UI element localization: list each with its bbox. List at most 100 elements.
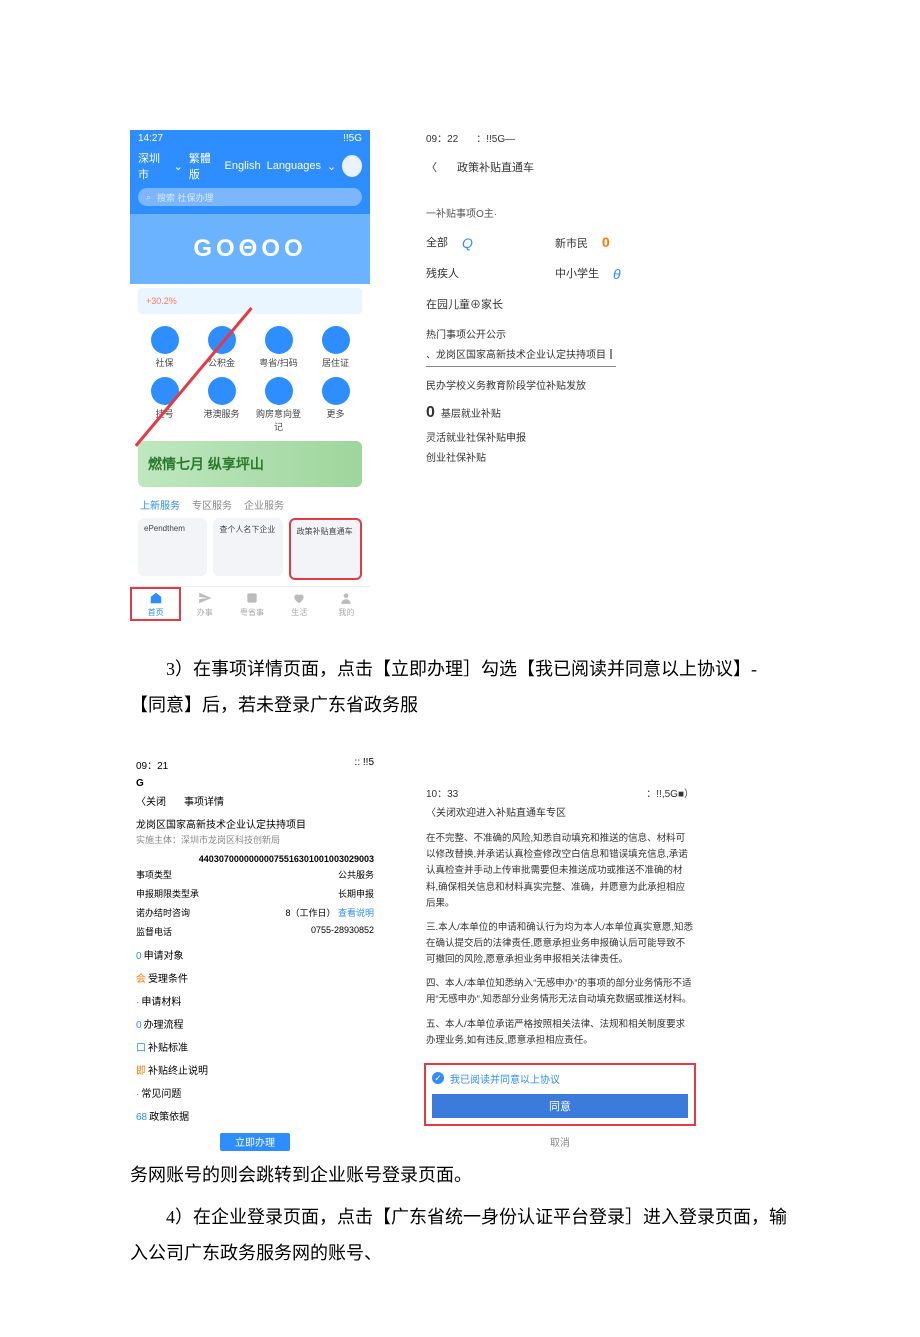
lang-tab[interactable]: English xyxy=(225,160,261,172)
agree-button[interactable]: 同意 xyxy=(432,1094,688,1118)
section-label: 补贴标准 xyxy=(148,1043,188,1054)
section-item[interactable]: 68政策依据 xyxy=(130,1102,380,1125)
service-card[interactable]: 查个人名下企业 xyxy=(213,518,282,576)
service-card-highlight[interactable]: 政策补贴直通车 xyxy=(289,518,362,580)
section-item[interactable]: 口补贴标准 xyxy=(130,1033,380,1056)
section-icon: · xyxy=(136,997,139,1008)
grid-label: 挂号 xyxy=(138,407,191,420)
grid-item[interactable]: 居住证 xyxy=(309,326,362,369)
grid-item[interactable]: 购房意向登记 xyxy=(252,377,305,433)
page-title: 政策补贴直通车 xyxy=(457,159,534,175)
search-input[interactable]: ⌕ 搜索 社保办理 xyxy=(138,188,362,206)
list-item[interactable]: 0基层就业补贴 xyxy=(426,397,684,429)
section-item[interactable]: ·申请材料 xyxy=(130,987,380,1010)
hot-list: 热门事项公开公示 、龙岗区国家高新技术企业认定扶持项目┃ 民办学校义务教育阶段学… xyxy=(420,322,690,473)
lang-tab[interactable]: 繁體版 xyxy=(189,150,219,182)
kv-value: 公共服务 xyxy=(338,868,374,881)
section-item[interactable]: 0办理流程 xyxy=(130,1010,380,1033)
service-icon xyxy=(265,326,293,354)
section-icon: 即 xyxy=(136,1066,146,1077)
category-item[interactable]: 全部Q xyxy=(426,234,555,251)
page-title: 事项详情 xyxy=(184,793,224,808)
apply-now-button[interactable]: 立即办理 xyxy=(220,1133,290,1151)
agree-checkbox[interactable]: ✓ 我已阅读并同意以上协议 xyxy=(432,1071,688,1086)
grid-item[interactable]: 港澳服务 xyxy=(195,377,248,433)
nav-item[interactable]: 办事 xyxy=(181,587,228,621)
list-item[interactable]: 民办学校义务教育阶段学位补贴发放 xyxy=(426,377,684,397)
nav-item-home[interactable]: 首页 xyxy=(130,587,181,621)
nav-item[interactable]: 生活 xyxy=(276,587,323,621)
category-item[interactable]: 新市民0 xyxy=(555,234,684,251)
status-bar: 09：22 ：!!5G— xyxy=(420,130,690,153)
category-item[interactable]: 残疾人 xyxy=(426,265,555,282)
body-paragraph-3b: 务网账号的则会跳转到企业账号登录页面。 xyxy=(130,1157,790,1193)
send-icon xyxy=(198,591,212,605)
close-button[interactable]: 〈关闭 xyxy=(136,793,166,808)
grid-item[interactable]: 更多 xyxy=(309,377,362,433)
list-item[interactable]: 灵活就业社保补贴申报 xyxy=(426,429,684,449)
cancel-button[interactable]: 取消 xyxy=(420,1126,700,1151)
hero-banner[interactable]: GOΘOO xyxy=(130,214,370,284)
section-label: 政策依据 xyxy=(149,1112,189,1123)
category-icon: 0 xyxy=(602,234,610,250)
section-label: 办理流程 xyxy=(144,1020,184,1031)
status-network: ：!!5G— xyxy=(476,130,515,145)
nav-item[interactable]: 粤省事 xyxy=(228,587,275,621)
section-item[interactable]: 即补贴终止说明 xyxy=(130,1056,380,1079)
section-item[interactable]: 会受理条件 xyxy=(130,964,380,987)
heart-icon xyxy=(292,591,306,605)
avatar[interactable] xyxy=(342,155,362,177)
nav-label: 粤省事 xyxy=(240,607,264,618)
item-title: 龙岗区国家高新技术企业认定扶持项目 xyxy=(130,816,380,833)
service-grid: 社保 公积金 粤省/扫码 居住证 挂号 港澳服务 购房意向登记 更多 xyxy=(130,318,370,437)
agreement-paragraph: 三.本人/本单位的申请和确认行为均为本人/本单位真实意愿,知悉在确认提交后的法律… xyxy=(420,916,700,972)
service-icon xyxy=(265,377,293,405)
kv-row: 申报期限类型承长期申报 xyxy=(130,884,380,903)
grid-item[interactable]: 社保 xyxy=(138,326,191,369)
promo-strip[interactable]: +30.2% xyxy=(138,288,362,314)
section-label: 申请对象 xyxy=(144,951,184,962)
lang-tab[interactable]: Languages xyxy=(267,160,321,172)
tab[interactable]: 企业服务 xyxy=(244,497,284,512)
kv-value: 8（工作日） xyxy=(285,908,335,918)
city-selector[interactable]: 深圳市 xyxy=(138,150,168,182)
status-bar: 10：33 ：!!,5G■） xyxy=(420,783,700,802)
nav-item[interactable]: 我的 xyxy=(323,587,370,621)
grid-label: 粤省/扫码 xyxy=(252,356,305,369)
category-item[interactable]: 在园儿童⊕家长 xyxy=(426,296,555,312)
agreement-paragraph: 四、本人/本单位知悉纳入“无感申办”的事项的部分业务情形不适用“无感申办”,知悉… xyxy=(420,972,700,1012)
back-icon[interactable]: 〈 xyxy=(426,159,437,175)
grid-item[interactable]: 公积金 xyxy=(195,326,248,369)
status-network: :: !!5 xyxy=(355,757,374,772)
kv-link[interactable]: 查看说明 xyxy=(338,908,374,918)
section-icon: 会 xyxy=(136,974,146,985)
grid-item[interactable]: 粤省/扫码 xyxy=(252,326,305,369)
chevron-down-icon: ⌄ xyxy=(174,160,183,173)
section-item[interactable]: 0申请对象 xyxy=(130,941,380,964)
agreement-paragraph: 在不完整、不准确的风险,知悉自动填充和推送的信息、材料可以修改替换,并承诺认真检… xyxy=(420,827,700,916)
tab[interactable]: 上新服务 xyxy=(140,497,180,512)
section-icon: 0 xyxy=(136,1020,142,1031)
nav-label: 首页 xyxy=(148,607,164,618)
status-extra: G xyxy=(130,776,380,791)
item-host: 实施主体：深圳市龙岗区科技创新局 xyxy=(130,833,380,854)
screenshot-item-detail: 09：21 :: !!5 G 〈关闭 事项详情 龙岗区国家高新技术企业认定扶持项… xyxy=(130,753,380,1151)
grid-item[interactable]: 挂号 xyxy=(138,377,191,433)
promo-banner[interactable]: 燃情七月 纵享坪山 xyxy=(138,441,362,487)
section-item[interactable]: ·常见问题 xyxy=(130,1079,380,1102)
page-header: 〈 政策补贴直通车 xyxy=(420,153,690,181)
service-icon xyxy=(208,377,236,405)
tab[interactable]: 专区服务 xyxy=(192,497,232,512)
category-label: 残疾人 xyxy=(426,268,459,280)
agreement-highlight: ✓ 我已阅读并同意以上协议 同意 xyxy=(424,1063,696,1126)
service-icon xyxy=(208,326,236,354)
screenshot-subsidy-channel: 09：22 ：!!5G— 〈 政策补贴直通车 一补贴事项O主· 全部Q 新市民0… xyxy=(420,130,690,621)
nav-label: 办事 xyxy=(197,607,213,618)
category-item[interactable]: 中小学生θ xyxy=(555,265,684,282)
agree-label: 我已阅读并同意以上协议 xyxy=(450,1071,560,1086)
category-grid: 全部Q 新市民0 残疾人 中小学生θ 在园儿童⊕家长 xyxy=(420,224,690,322)
list-item[interactable]: 创业社保补贴 xyxy=(426,449,684,469)
check-icon: ✓ xyxy=(432,1072,444,1084)
service-card[interactable]: ePendthem xyxy=(138,518,207,576)
list-item[interactable]: 、龙岗区国家高新技术企业认定扶持项目┃ xyxy=(426,346,616,367)
